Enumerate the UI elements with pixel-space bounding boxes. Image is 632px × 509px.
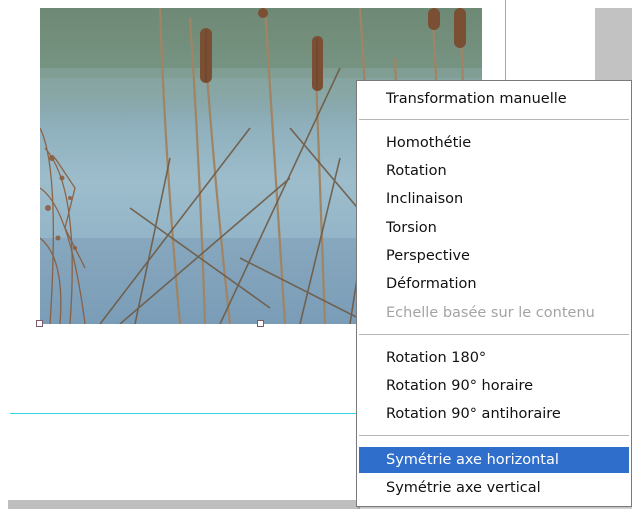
menu-item-homothetie[interactable]: Homothétie [359, 130, 629, 156]
menu-item-transformation-manuelle[interactable]: Transformation manuelle [359, 86, 629, 112]
horizontal-scrollbar[interactable] [8, 500, 360, 509]
menu-item-rotation-90-horaire[interactable]: Rotation 90° horaire [359, 373, 629, 399]
menu-item-inclinaison[interactable]: Inclinaison [359, 186, 629, 212]
menu-item-symetrie-vertical[interactable]: Symétrie axe vertical [359, 475, 629, 501]
menu-item-rotation-90-antihoraire[interactable]: Rotation 90° antihoraire [359, 401, 629, 427]
horizontal-guide[interactable] [10, 413, 358, 414]
transform-handle-bottom-middle[interactable] [257, 320, 264, 327]
menu-item-perspective[interactable]: Perspective [359, 243, 629, 269]
menu-separator [359, 119, 629, 120]
pasteboard-area [595, 8, 632, 86]
context-menu: Transformation manuelle Homothétie Rotat… [356, 80, 632, 507]
menu-item-deformation[interactable]: Déformation [359, 271, 629, 297]
menu-item-symetrie-horizontal[interactable]: Symétrie axe horizontal [359, 447, 629, 473]
menu-item-rotation-180[interactable]: Rotation 180° [359, 345, 629, 371]
menu-separator [359, 334, 629, 335]
menu-separator [359, 435, 629, 436]
menu-item-torsion[interactable]: Torsion [359, 215, 629, 241]
vertical-guide[interactable] [505, 0, 506, 80]
menu-item-echelle-contenu: Echelle basée sur le contenu [386, 305, 595, 321]
menu-item-rotation[interactable]: Rotation [359, 158, 629, 184]
transform-handle-bottom-left[interactable] [36, 320, 43, 327]
